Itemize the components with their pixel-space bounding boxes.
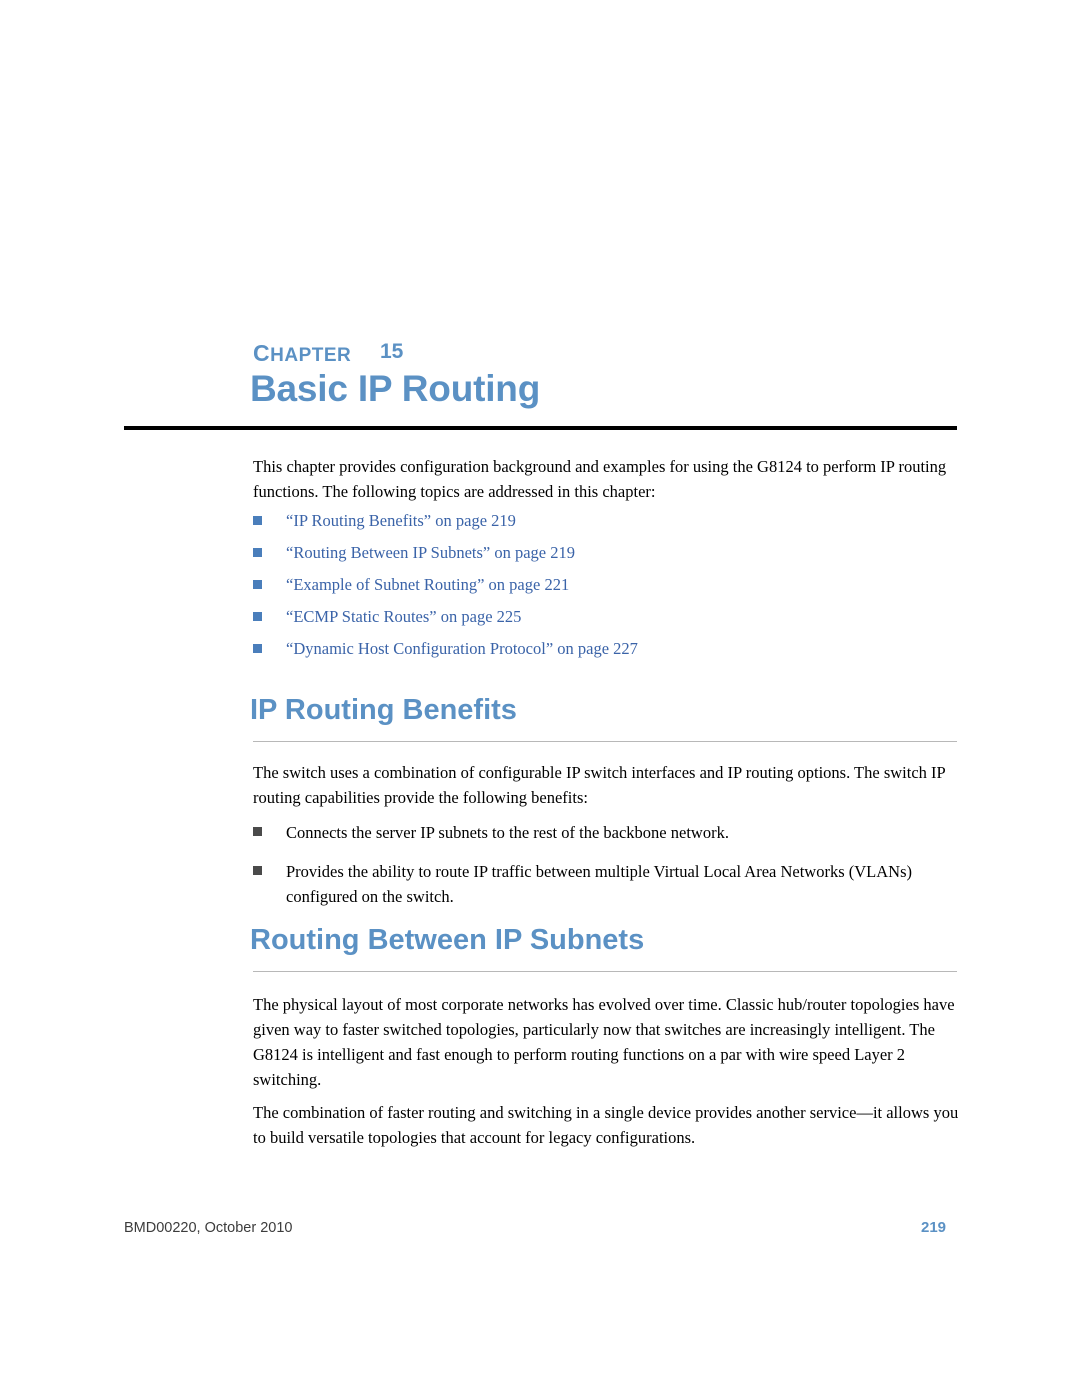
bullet-square-icon (253, 612, 262, 621)
footer-document-id: BMD00220, October 2010 (124, 1220, 293, 1236)
bullet-square-icon (253, 644, 262, 653)
bullet-square-icon (253, 516, 262, 525)
chapter-label-rest: HAPTER (270, 345, 352, 366)
document-page: CHAPTER 15 Basic IP Routing This chapter… (0, 0, 1080, 1397)
bullet-square-icon (253, 580, 262, 589)
bullet-square-icon (253, 827, 262, 836)
section-heading-ip-routing-benefits: IP Routing Benefits (250, 694, 517, 726)
benefits-paragraph: The switch uses a combination of configu… (253, 763, 946, 807)
chapter-topic-list: “IP Routing Benefits” on page 219 “Routi… (253, 510, 953, 670)
topic-link[interactable]: “IP Routing Benefits” on page 219 (286, 511, 516, 530)
topic-link[interactable]: “Example of Subnet Routing” on page 221 (286, 575, 569, 594)
list-item[interactable]: “Dynamic Host Configuration Protocol” on… (253, 638, 953, 660)
chapter-label: CHAPTER (253, 340, 351, 367)
list-item[interactable]: “Example of Subnet Routing” on page 221 (253, 574, 953, 596)
topic-link[interactable]: “Routing Between IP Subnets” on page 219 (286, 543, 575, 562)
section-rule (253, 971, 957, 972)
intro-paragraph: This chapter provides configuration back… (253, 457, 947, 501)
list-item: Provides the ability to route IP traffic… (253, 859, 968, 909)
list-item[interactable]: “ECMP Static Routes” on page 225 (253, 606, 953, 628)
routing-paragraph-2: The combination of faster routing and sw… (253, 1103, 959, 1147)
chapter-label-first-letter: C (253, 340, 271, 366)
section-heading-routing-between-ip-subnets: Routing Between IP Subnets (250, 924, 645, 956)
section-rule (253, 741, 957, 742)
chapter-title: Basic IP Routing (250, 368, 541, 409)
footer-page-number: 219 (921, 1219, 947, 1236)
list-item[interactable]: “IP Routing Benefits” on page 219 (253, 510, 953, 532)
benefits-bullet-list: Connects the server IP subnets to the re… (253, 820, 968, 923)
topic-link[interactable]: “ECMP Static Routes” on page 225 (286, 607, 521, 626)
bullet-text: Provides the ability to route IP traffic… (286, 862, 913, 906)
bullet-square-icon (253, 866, 262, 875)
bullet-square-icon (253, 548, 262, 557)
list-item: Connects the server IP subnets to the re… (253, 820, 968, 845)
chapter-divider-rule (124, 426, 957, 430)
chapter-number: 15 (380, 340, 404, 363)
topic-link[interactable]: “Dynamic Host Configuration Protocol” on… (286, 639, 638, 658)
routing-paragraph-1: The physical layout of most corporate ne… (253, 995, 955, 1089)
list-item[interactable]: “Routing Between IP Subnets” on page 219 (253, 542, 953, 564)
bullet-text: Connects the server IP subnets to the re… (286, 823, 729, 842)
